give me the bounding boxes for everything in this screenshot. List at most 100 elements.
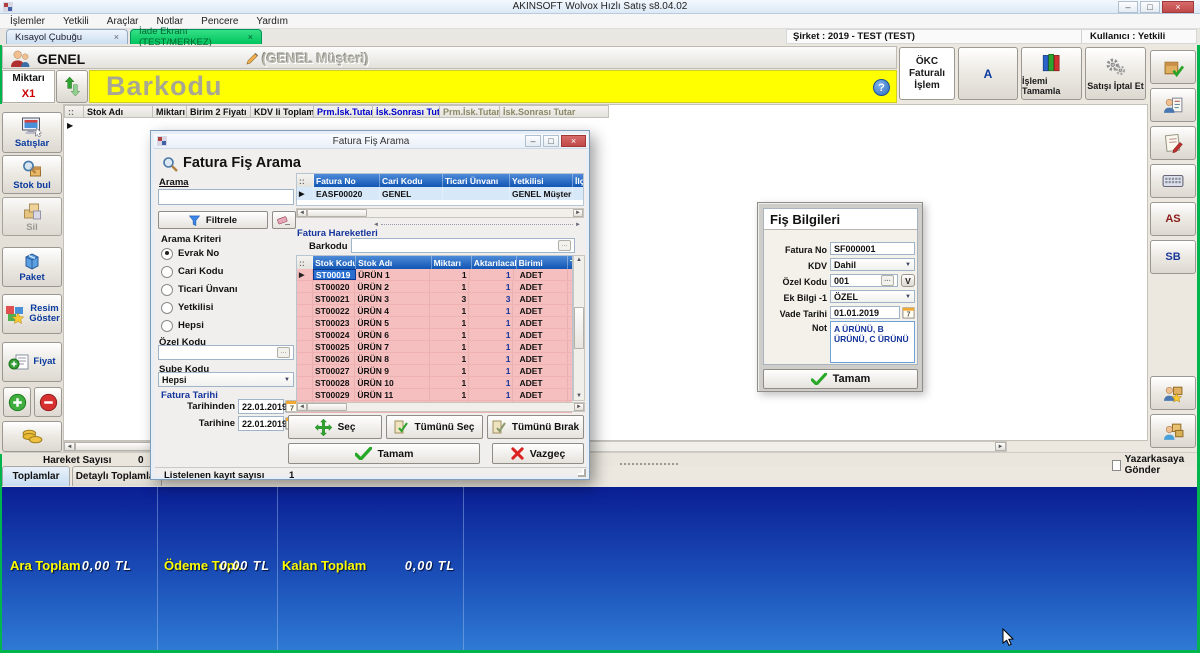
menu-item[interactable]: Yetkili bbox=[63, 16, 89, 27]
filter-button[interactable]: Filtrele bbox=[158, 211, 268, 229]
lookup-icon[interactable]: … bbox=[881, 275, 894, 286]
okc-invoice-button[interactable]: ÖKC Faturalı İşlem bbox=[899, 47, 955, 100]
due-date-field[interactable]: 01.01.2019 bbox=[830, 306, 900, 319]
complete-transaction-button[interactable]: İşlemi Tamamla bbox=[1021, 47, 1082, 100]
note-field[interactable]: A ÜRÜNÜ, B ÜRÜNÜ, C ÜRÜNÜ bbox=[830, 321, 915, 363]
select-all-button[interactable]: Tümünü Seç bbox=[386, 415, 483, 439]
tab-totals[interactable]: Toplamlar bbox=[2, 466, 70, 486]
stock-row[interactable]: ST00029 ÜRÜN 11 1 1 ADET bbox=[297, 389, 572, 401]
date-from-input[interactable]: 22.01.2019 bbox=[238, 399, 284, 414]
maximize-button[interactable]: □ bbox=[1140, 1, 1160, 13]
column-header[interactable]: Tem bbox=[568, 256, 572, 269]
dialog-barcode-input[interactable]: … bbox=[351, 238, 575, 253]
column-header[interactable]: Yetkilisi bbox=[510, 174, 573, 187]
menu-item[interactable]: Pencere bbox=[201, 16, 238, 27]
stock-row[interactable]: ST00022 ÜRÜN 4 1 1 ADET bbox=[297, 305, 572, 317]
stock-row[interactable]: ST00026 ÜRÜN 8 1 1 ADET bbox=[297, 353, 572, 365]
column-header[interactable]: Prm.İsk.Tutarı bbox=[314, 105, 373, 118]
mini-slider[interactable]: ◄ ► bbox=[373, 221, 581, 228]
dialog-maximize-button[interactable]: □ bbox=[543, 135, 559, 147]
rail-customer-card-button[interactable] bbox=[1150, 88, 1196, 122]
menu-item[interactable]: Yardım bbox=[256, 16, 288, 27]
criteria-radio-option[interactable]: Ticari Ünvanı bbox=[161, 283, 291, 296]
rail-as-button[interactable]: AS bbox=[1150, 202, 1196, 236]
close-button[interactable]: × bbox=[1162, 1, 1194, 13]
rail-customer-package-button[interactable] bbox=[1150, 414, 1196, 448]
stock-row[interactable]: ST00020 ÜRÜN 2 1 1 ADET bbox=[297, 281, 572, 293]
invoice-no-field[interactable]: SF000001 bbox=[830, 242, 915, 255]
column-header[interactable]: Cari Kodu bbox=[380, 174, 443, 187]
scroll-left-icon[interactable]: ◄ bbox=[64, 442, 75, 451]
date-to-input[interactable]: 22.01.2019 bbox=[238, 416, 284, 431]
rail-sb-button[interactable]: SB bbox=[1150, 240, 1196, 274]
column-header[interactable]: İsk.Sonrası Tutar bbox=[373, 105, 440, 118]
invoice-row[interactable]: ▶ EASF00020 GENEL GENEL Müşteri bbox=[297, 187, 583, 200]
help-icon[interactable]: ? bbox=[873, 79, 890, 96]
scroll-thumb[interactable] bbox=[307, 403, 347, 411]
criteria-radio-option[interactable]: Cari Kodu bbox=[161, 265, 291, 278]
extra-info-select[interactable]: ÖZEL ▼ bbox=[830, 290, 915, 303]
sidebar-item-price[interactable]: Fiyat bbox=[2, 342, 62, 382]
column-header[interactable]: Aktarılacak bbox=[472, 256, 517, 269]
special-code-field[interactable]: 001 … bbox=[830, 274, 898, 287]
radio-icon[interactable] bbox=[161, 320, 173, 332]
dialog-titlebar[interactable]: Fatura Fiş Arama – □ × bbox=[154, 134, 588, 149]
rail-customer-star-button[interactable] bbox=[1150, 376, 1196, 410]
rail-note-button[interactable] bbox=[1150, 126, 1196, 160]
column-header[interactable]: Stok Adı bbox=[356, 256, 431, 269]
search-input[interactable] bbox=[158, 189, 294, 205]
stock-row[interactable]: ST00021 ÜRÜN 3 3 3 ADET bbox=[297, 293, 572, 305]
tab-return-screen[interactable]: İade Ekranı (TEST/MERKEZ) × bbox=[130, 29, 262, 44]
stock-row[interactable]: ST00023 ÜRÜN 5 1 1 ADET bbox=[297, 317, 572, 329]
special-code-v-button[interactable]: V bbox=[901, 274, 915, 287]
scroll-right-icon[interactable]: ► bbox=[573, 209, 583, 217]
column-header[interactable]: Prm.İsk.Tutarı bbox=[440, 105, 500, 118]
tab-close-icon[interactable]: × bbox=[114, 32, 119, 42]
criteria-radio-option[interactable]: Hepsi bbox=[161, 319, 291, 332]
radio-icon[interactable] bbox=[161, 302, 173, 314]
tab-detailed-totals[interactable]: Detaylı Toplamlar bbox=[72, 466, 162, 486]
sidebar-item-sales[interactable]: Satışlar bbox=[2, 112, 62, 153]
column-header[interactable]: Fatura No bbox=[314, 174, 380, 187]
slider-right-icon[interactable]: ► bbox=[575, 222, 581, 228]
column-header[interactable]: Miktarı bbox=[432, 256, 472, 269]
rail-confirm-package-button[interactable] bbox=[1150, 50, 1196, 84]
lookup-icon[interactable]: … bbox=[558, 240, 571, 251]
column-header[interactable]: Ticari Ünvanı bbox=[443, 174, 510, 187]
splitter-grip[interactable] bbox=[620, 463, 678, 465]
dialog-minimize-button[interactable]: – bbox=[525, 135, 541, 147]
column-header[interactable]: Stok Kodu bbox=[313, 256, 356, 269]
dialog-close-button[interactable]: × bbox=[561, 135, 586, 147]
calendar-icon[interactable]: 7 bbox=[902, 306, 915, 319]
scroll-right-icon[interactable]: ► bbox=[574, 403, 584, 411]
increase-button[interactable] bbox=[3, 387, 31, 417]
column-header[interactable]: İsk.Sonrası Tutar bbox=[500, 105, 609, 118]
decrease-button[interactable] bbox=[34, 387, 62, 417]
deselect-all-button[interactable]: Tümünü Bırak bbox=[487, 415, 584, 439]
slider-left-icon[interactable]: ◄ bbox=[373, 222, 379, 228]
radio-icon[interactable] bbox=[161, 284, 173, 296]
stock-table-hscrollbar[interactable]: ◄ ► bbox=[296, 402, 585, 412]
invoice-table-hscrollbar[interactable]: ◄ ► bbox=[296, 208, 584, 218]
radio-icon[interactable] bbox=[161, 266, 173, 278]
column-header[interactable]: KDV li Toplam bbox=[251, 105, 314, 118]
branch-select[interactable]: Hepsi ▼ bbox=[158, 372, 294, 387]
scroll-thumb[interactable] bbox=[307, 209, 367, 217]
dialog-ok-button[interactable]: Tamam bbox=[288, 443, 480, 464]
quantity-toggle-button[interactable] bbox=[56, 70, 88, 103]
dialog-resize-grip[interactable] bbox=[578, 469, 586, 477]
a-button[interactable]: A bbox=[958, 47, 1018, 100]
tab-close-icon[interactable]: × bbox=[248, 32, 253, 42]
scroll-down-icon[interactable]: ▼ bbox=[576, 393, 582, 399]
fis-ok-button[interactable]: Tamam bbox=[763, 369, 918, 389]
stock-row[interactable]: ST00019 ÜRÜN 1 1 1 ADET bbox=[297, 269, 572, 281]
sidebar-item-show-image[interactable]: Resim Göster bbox=[2, 294, 62, 334]
rail-keyboard-button[interactable] bbox=[1150, 164, 1196, 198]
stock-row[interactable]: ST00025 ÜRÜN 7 1 1 ADET bbox=[297, 341, 572, 353]
dialog-cancel-button[interactable]: Vazgeç bbox=[492, 443, 584, 464]
stock-table-vscrollbar[interactable]: ▲ ▼ bbox=[573, 255, 585, 401]
criteria-radio-option[interactable]: Yetkilisi bbox=[161, 301, 291, 314]
cancel-sale-button[interactable]: Satışı İptal Et bbox=[1085, 47, 1146, 100]
special-code-search-input[interactable]: … bbox=[158, 345, 294, 360]
lookup-icon[interactable]: … bbox=[277, 347, 290, 358]
